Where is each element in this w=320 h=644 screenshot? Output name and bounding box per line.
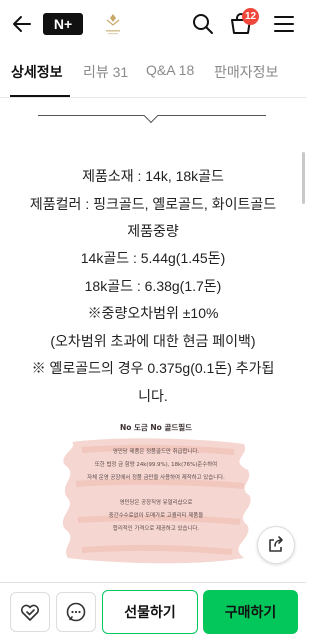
tab-qna[interactable]: Q&A 18 [146, 62, 194, 78]
spec-tolerance: ※중량오차범위 ±10% [87, 305, 219, 321]
top-header: N+ 12 [0, 0, 306, 48]
gift-button[interactable]: 선물하기 [102, 590, 198, 634]
spec-material: 제품소재 : 14k, 18k골드 [82, 168, 224, 184]
spec-refund: (오차범위 초과에 대한 현금 페이백) [50, 333, 256, 349]
tab-detail-info[interactable]: 상세정보 [11, 62, 63, 82]
spec-weight-title: 제품중량 [127, 223, 179, 239]
spec-color: 제품컬러 : 핑크골드, 옐로골드, 화이트골드 [29, 196, 277, 212]
tab-reviews[interactable]: 리뷰 31 [83, 62, 128, 82]
spec-weight-14k: 14k골드 : 5.44g(1.45돈) [80, 250, 226, 266]
banner-title: No 도금 No 골드필드 [119, 423, 193, 432]
product-info-banner: No 도금 No 골드필드 영민당 제품은 정품골드만 취급합니다. 또한 법정… [52, 408, 260, 598]
product-tabs: 상세정보 리뷰 31 Q&A 18 판매자정보 [0, 48, 306, 98]
tab-seller-info[interactable]: 판매자정보 [214, 62, 278, 82]
chat-icon [66, 602, 86, 622]
banner-line: 또한 법정 금 함량 24k(99.9%), 18k(76%)준수하여 [94, 462, 218, 468]
active-tab-indicator [10, 95, 70, 97]
chat-button[interactable] [56, 592, 96, 632]
menu-icon[interactable] [273, 13, 295, 35]
banner-line: 중간수수료없이 도매가로 고퀄리티 제품을 [108, 513, 204, 519]
naver-plus-store-badge[interactable]: N+ [43, 13, 83, 35]
banner-line: 자체 운영 공장에서 정품 금만을 사용하여 제작하고 있습니다. [87, 475, 225, 481]
heart-check-icon [20, 604, 40, 621]
banner-line: 영민당 제품은 정품골드만 취급합니다. [112, 449, 200, 455]
buy-button[interactable]: 구매하기 [203, 590, 298, 634]
wishlist-button[interactable] [10, 592, 50, 632]
share-button[interactable] [257, 526, 295, 564]
banner-line: 영민당은 공장직영 유얼리샵으로 [119, 500, 193, 506]
search-icon[interactable] [191, 12, 215, 36]
brand-logo-icon[interactable] [102, 11, 124, 37]
scrollbar-thumb[interactable] [302, 152, 305, 204]
banner-line: 합리적인 가격으로 제공하고 있습니다. [112, 526, 200, 532]
spec-yellow-note: ※ 옐로골드의 경우 0.375g(0.1돈) 추가됩 [31, 360, 275, 376]
spec-yellow-note-cont: 니다. [138, 388, 168, 404]
cart-count-badge: 12 [242, 8, 260, 25]
share-icon [269, 536, 283, 552]
spec-weight-18k: 18k골드 : 6.38g(1.7돈) [84, 278, 222, 294]
bottom-action-bar: 선물하기 구매하기 [0, 582, 306, 644]
divider-notch-icon [143, 108, 159, 124]
back-arrow-icon[interactable] [10, 12, 34, 36]
